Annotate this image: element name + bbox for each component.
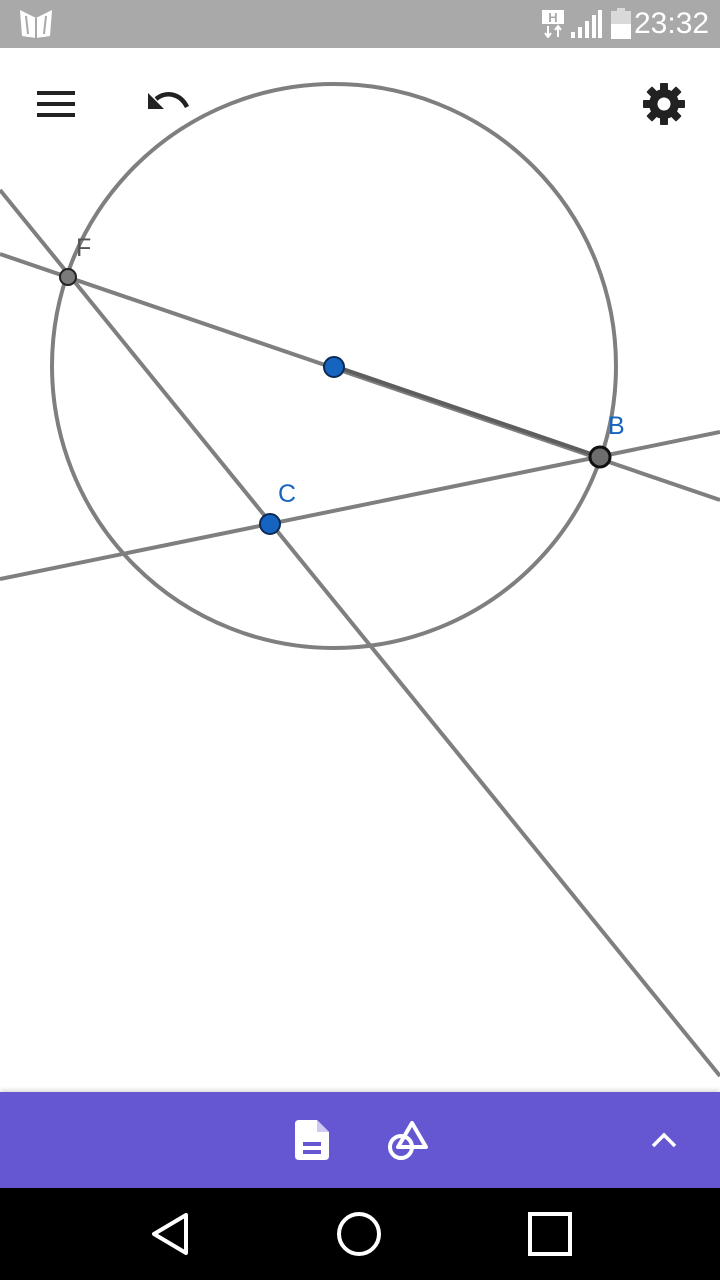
expand-button[interactable] — [636, 1112, 692, 1168]
tools-button[interactable] — [380, 1112, 436, 1168]
app-notification-icon — [20, 10, 52, 38]
shapes-tool-icon — [388, 1121, 428, 1160]
hamburger-menu-icon — [37, 91, 75, 117]
undo-button[interactable] — [140, 76, 196, 132]
back-triangle-icon — [152, 1213, 188, 1255]
mobile-data-icon: H — [542, 10, 564, 38]
system-navigation-bar — [0, 1188, 720, 1280]
segment-center-b[interactable] — [333, 364, 601, 459]
algebra-view-button[interactable] — [284, 1112, 340, 1168]
geometry-drawing[interactable] — [0, 48, 720, 1092]
back-button[interactable] — [142, 1206, 198, 1262]
svg-text:H: H — [548, 10, 557, 25]
home-circle-icon — [337, 1212, 381, 1256]
point-f[interactable] — [59, 268, 77, 286]
document-icon — [295, 1120, 329, 1160]
status-bar: H 23:32 — [0, 0, 720, 48]
status-clock: 23:32 — [634, 7, 710, 40]
settings-button[interactable] — [636, 76, 692, 132]
graphics-view[interactable]: F B C — [0, 48, 720, 1092]
line-cb[interactable] — [0, 430, 720, 581]
recents-button[interactable] — [522, 1206, 578, 1262]
gear-icon — [643, 83, 685, 125]
point-c[interactable] — [259, 513, 281, 535]
chevron-up-icon — [651, 1132, 677, 1148]
menu-button[interactable] — [28, 76, 84, 132]
signal-strength-icon — [571, 10, 602, 38]
point-b-label: B — [608, 412, 625, 440]
point-c-label: C — [278, 480, 297, 508]
battery-icon — [611, 8, 631, 39]
point-b[interactable] — [588, 445, 612, 469]
home-button[interactable] — [331, 1206, 387, 1262]
point-f-label: F — [76, 234, 92, 262]
bottom-bar — [0, 1092, 720, 1188]
undo-icon — [148, 92, 190, 109]
point-center[interactable] — [323, 356, 345, 378]
recents-square-icon — [528, 1212, 572, 1256]
